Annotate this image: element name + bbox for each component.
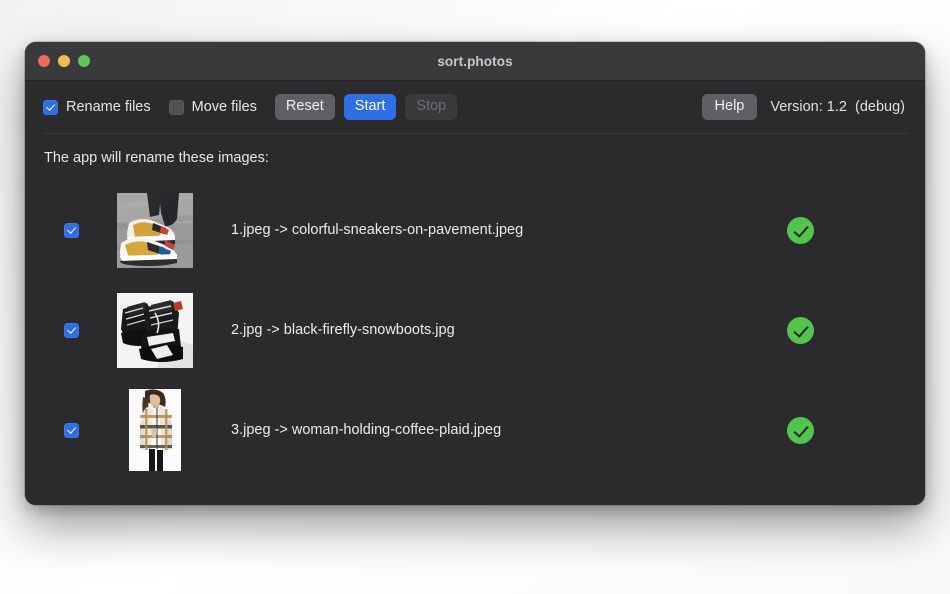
title-bar: sort.photos — [25, 42, 925, 81]
woman-plaid-image — [129, 389, 181, 471]
file-list: 1.jpeg -> colorful-sneakers-on-pavement.… — [43, 180, 907, 480]
thumbnail-woman-plaid — [129, 389, 181, 471]
help-button[interactable]: Help — [701, 94, 758, 120]
row-checkbox-checked[interactable] — [64, 422, 79, 438]
row-status-cell — [769, 416, 907, 444]
sneakers-image — [117, 192, 193, 268]
window-title: sort.photos — [437, 53, 513, 69]
checkbox-icon-checked[interactable] — [43, 99, 58, 115]
toolbar: Rename files Move files Reset Start Stop… — [25, 81, 925, 133]
traffic-lights — [38, 55, 90, 67]
move-files-label: Move files — [191, 99, 257, 115]
zoom-button[interactable] — [78, 55, 90, 67]
intro-text: The app will rename these images: — [44, 150, 269, 166]
window-body: Rename files Move files Reset Start Stop… — [25, 81, 925, 505]
version-label: Version: 1.2 (debug) — [770, 99, 905, 115]
row-thumbnail-cell — [100, 292, 210, 368]
app-window: sort.photos Rename files Move files Rese… — [25, 42, 925, 505]
table-row[interactable]: 3.jpeg -> woman-holding-coffee-plaid.jpe… — [43, 380, 907, 480]
row-thumbnail-cell — [100, 389, 210, 471]
row-checkbox-cell — [43, 222, 100, 238]
table-row[interactable]: 2.jpg -> black-firefly-snowboots.jpg — [43, 280, 907, 380]
success-check-icon — [787, 316, 814, 344]
row-checkbox-cell — [43, 422, 100, 438]
table-row[interactable]: 1.jpeg -> colorful-sneakers-on-pavement.… — [43, 180, 907, 280]
row-checkbox-checked[interactable] — [64, 322, 79, 338]
checkbox-icon-unchecked[interactable] — [168, 99, 184, 115]
row-status-cell — [769, 316, 907, 344]
toolbar-right-group: Help Version: 1.2 (debug) — [701, 94, 905, 120]
row-thumbnail-cell — [100, 192, 210, 268]
minimize-button[interactable] — [58, 55, 70, 67]
snowboots-image — [117, 292, 193, 368]
close-button[interactable] — [38, 55, 50, 67]
thumbnail-sneakers — [117, 192, 193, 268]
success-check-icon — [787, 416, 814, 444]
row-filename: 1.jpeg -> colorful-sneakers-on-pavement.… — [231, 222, 524, 238]
row-status-cell — [769, 216, 907, 244]
rename-files-checkbox[interactable]: Rename files — [43, 99, 151, 115]
content-area: The app will rename these images: 1.jpeg… — [25, 134, 925, 480]
rename-files-label: Rename files — [66, 99, 151, 115]
toolbar-left-group: Rename files Move files Reset Start Stop — [43, 94, 466, 120]
success-check-icon — [787, 216, 814, 244]
row-filename: 3.jpeg -> woman-holding-coffee-plaid.jpe… — [231, 422, 502, 438]
start-button[interactable]: Start — [343, 94, 397, 120]
stop-button[interactable]: Stop — [405, 94, 458, 120]
row-checkbox-cell — [43, 322, 100, 338]
row-filename: 2.jpg -> black-firefly-snowboots.jpg — [231, 322, 455, 338]
move-files-checkbox[interactable]: Move files — [168, 99, 257, 115]
reset-button[interactable]: Reset — [274, 94, 335, 120]
thumbnail-snowboots — [117, 292, 193, 368]
row-checkbox-checked[interactable] — [64, 222, 79, 238]
